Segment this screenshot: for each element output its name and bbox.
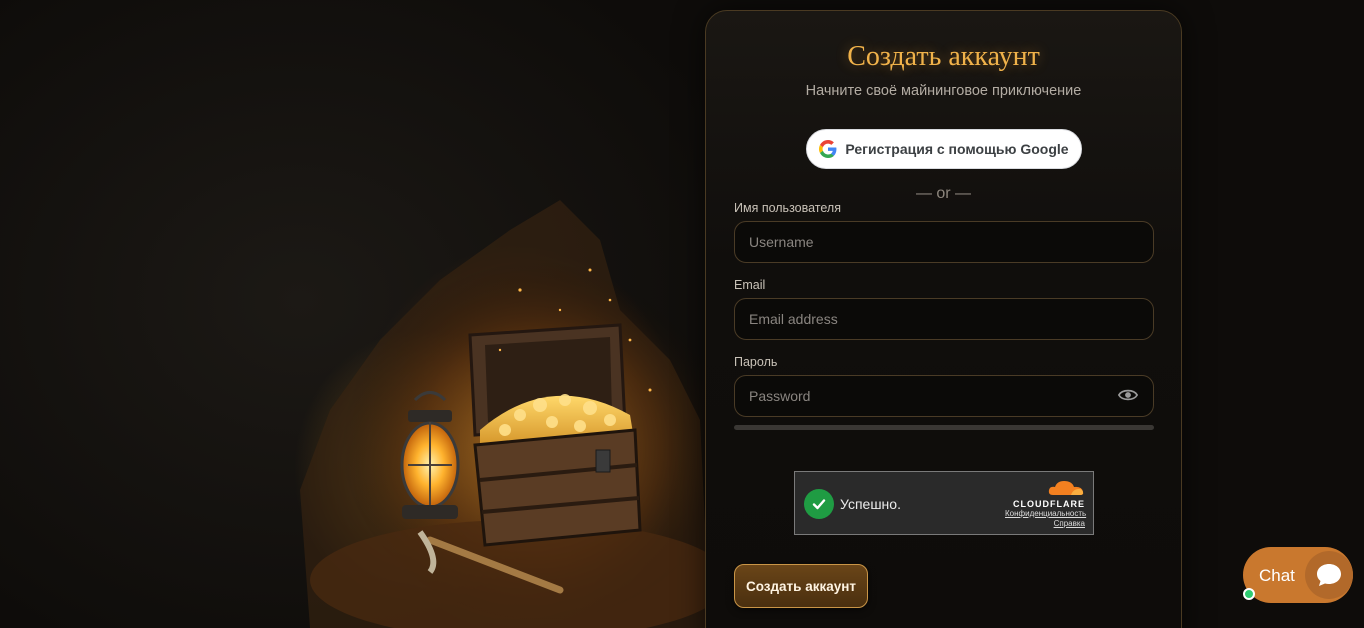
password-label: Пароль [734, 355, 778, 369]
signup-card: Создать аккаунт Начните своё майнинговое… [705, 10, 1182, 628]
page-title: Создать аккаунт [847, 41, 1040, 72]
check-icon [812, 499, 826, 510]
create-account-button[interactable]: Создать аккаунт [734, 564, 868, 608]
chat-label: Chat [1259, 566, 1295, 585]
cloudflare-icon [1048, 481, 1084, 495]
eye-icon [1118, 389, 1138, 401]
toggle-password-visibility[interactable] [1116, 385, 1140, 405]
email-input[interactable] [734, 298, 1154, 340]
google-signup-button[interactable]: Регистрация с помощью Google [806, 129, 1082, 169]
chat-online-indicator [1243, 588, 1255, 600]
password-input[interactable] [734, 375, 1154, 417]
page-subtitle: Начните своё майнинговое приключение [805, 83, 1082, 99]
cloudflare-turnstile[interactable]: Успешно. CLOUDFLARE Конфиденциальность С… [794, 471, 1094, 535]
captcha-privacy-link[interactable]: Конфиденциальность [1005, 509, 1086, 519]
email-label: Email [734, 278, 766, 292]
chat-bubble-icon [1317, 564, 1341, 586]
google-signup-label: Регистрация с помощью Google [845, 141, 1069, 157]
cloudflare-wordmark: CLOUDFLARE [1013, 499, 1085, 509]
google-icon [819, 140, 837, 158]
chat-widget-button[interactable]: Chat [1243, 547, 1353, 603]
treasure-chest-illustration [300, 200, 710, 628]
signup-page: Создать аккаунт Начните своё майнинговое… [0, 0, 1364, 628]
username-input[interactable] [734, 221, 1154, 263]
captcha-help-link[interactable]: Справка [1005, 519, 1085, 529]
captcha-success-indicator [804, 489, 834, 519]
chat-bubble [1305, 551, 1353, 599]
password-strength-meter [734, 425, 1154, 430]
cloudflare-branding: CLOUDFLARE Конфиденциальность Справка [1005, 478, 1086, 529]
username-label: Имя пользователя [734, 201, 841, 215]
captcha-status: Успешно. [840, 496, 901, 512]
